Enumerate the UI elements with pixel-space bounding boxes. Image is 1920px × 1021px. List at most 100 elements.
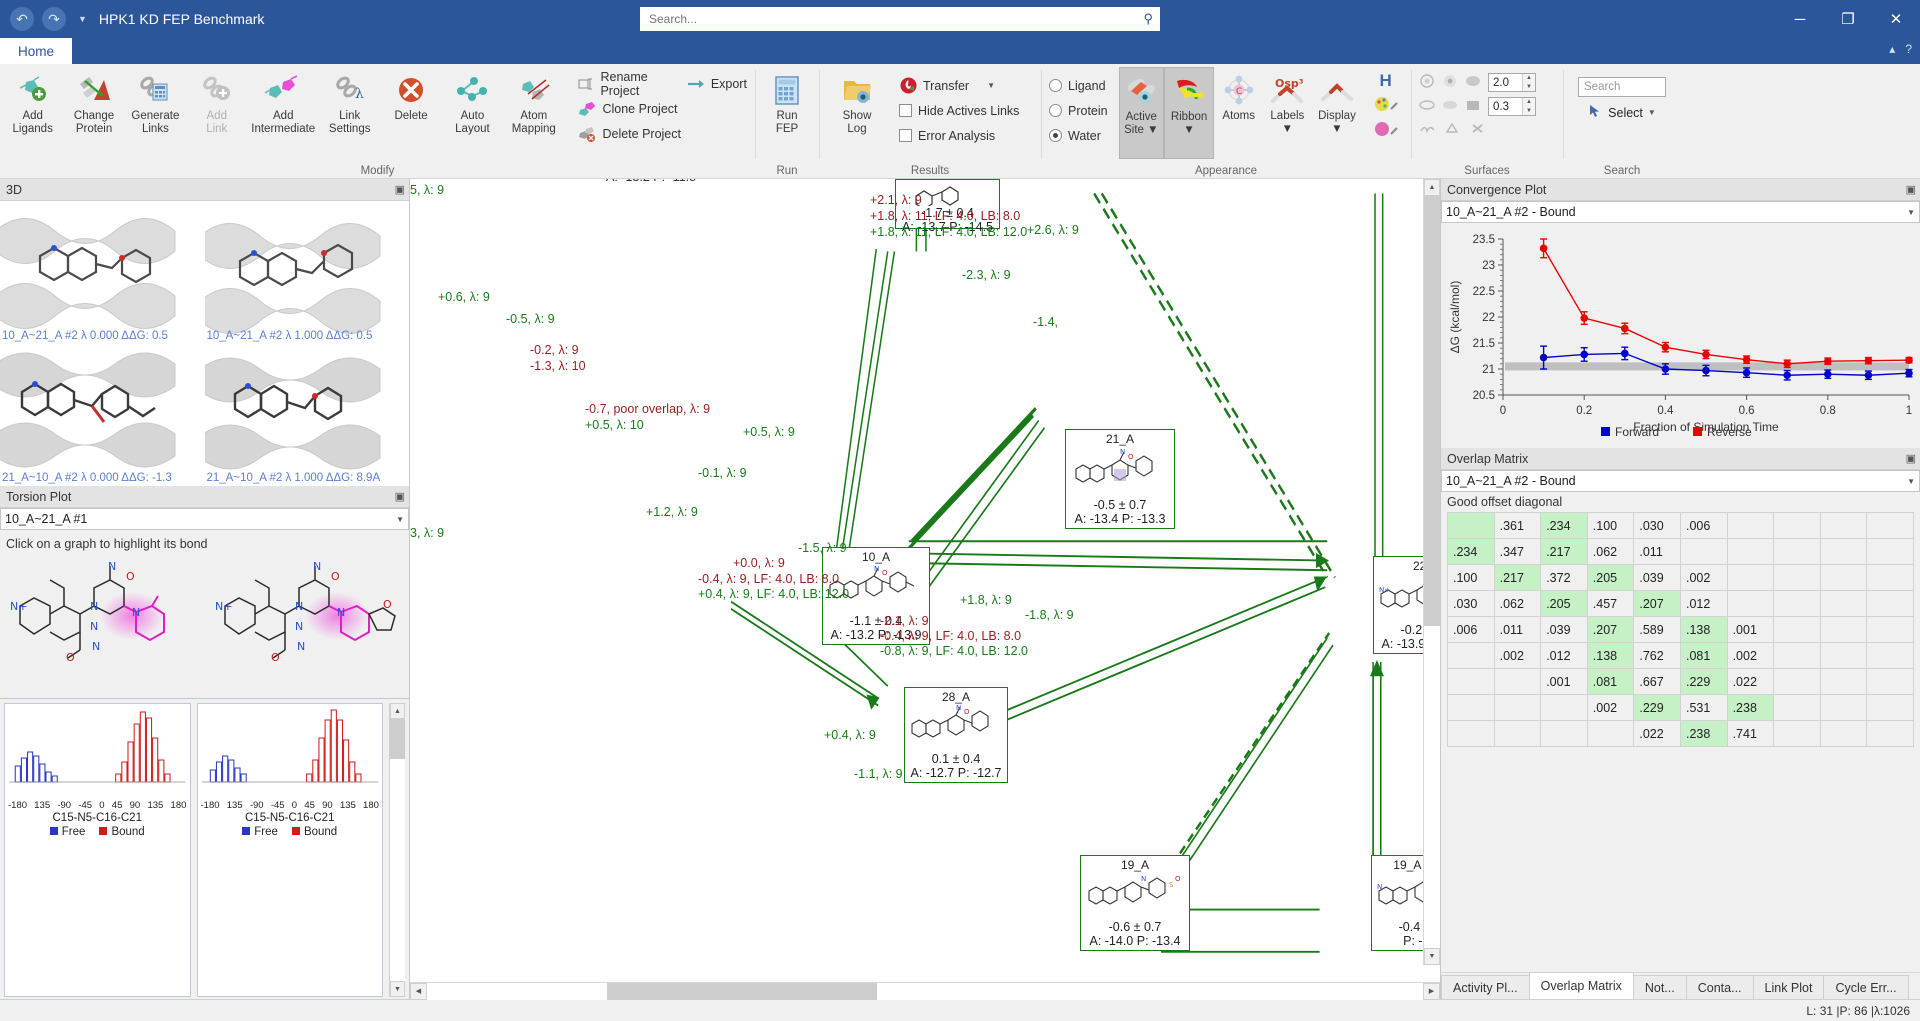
ribbon-style-button[interactable]: Ribbon ▼ xyxy=(1163,67,1215,159)
matrix-cell[interactable]: .238 xyxy=(1679,720,1728,747)
scrollbar-track[interactable] xyxy=(390,719,405,981)
matrix-cell[interactable] xyxy=(1679,538,1728,565)
matrix-cell[interactable] xyxy=(1493,694,1542,721)
matrix-cell[interactable] xyxy=(1447,720,1495,747)
viewport-cell[interactable]: 21_A~10_A #2 λ 0.000 ΔΔG: -1.3 xyxy=(0,343,205,486)
surface-dot-icon[interactable] xyxy=(1442,74,1459,92)
surface-map-icon[interactable] xyxy=(1419,121,1436,138)
scroll-up-icon[interactable]: ▲ xyxy=(1424,179,1440,196)
radio-water[interactable]: Water xyxy=(1043,123,1119,148)
matrix-cell[interactable] xyxy=(1819,616,1868,643)
matrix-cell[interactable] xyxy=(1773,590,1821,617)
spinner[interactable]: ▲ ▼ xyxy=(1522,98,1535,115)
viewport-cell[interactable]: 10_A~21_A #2 λ 0.000 ΔΔG: 0.5 xyxy=(0,201,205,344)
chevron-down-icon[interactable]: ▼ xyxy=(1648,108,1656,117)
matrix-cell[interactable] xyxy=(1866,668,1914,695)
matrix-cell[interactable]: .207 xyxy=(1633,590,1681,617)
surface-volume-icon[interactable] xyxy=(1444,121,1461,138)
matrix-cell[interactable]: .011 xyxy=(1633,538,1681,565)
radio-ligand[interactable]: Ligand xyxy=(1043,73,1119,98)
table-row[interactable]: .001.081.667.229.022 xyxy=(1447,668,1914,695)
matrix-cell[interactable] xyxy=(1866,590,1914,617)
rename-project-item[interactable]: Rename Project xyxy=(572,70,666,98)
chevron-up-icon[interactable]: ▴ xyxy=(1889,42,1895,56)
add-link-button[interactable]: Add Link xyxy=(186,67,247,136)
transfer-button[interactable]: Transfer ▼ xyxy=(893,73,1025,98)
matrix-cell[interactable]: .238 xyxy=(1726,694,1775,721)
chevron-down-icon[interactable]: ▼ xyxy=(1907,477,1915,486)
matrix-cell[interactable] xyxy=(1447,642,1495,669)
matrix-cell[interactable] xyxy=(1447,512,1495,539)
export-item[interactable]: Export xyxy=(681,71,753,96)
matrix-cell[interactable] xyxy=(1866,564,1914,591)
torsion-selector[interactable]: 10_A~21_A #1 ▼ xyxy=(0,508,409,530)
table-row[interactable]: .002.229.531.238 xyxy=(1447,694,1914,721)
matrix-cell[interactable]: .138 xyxy=(1679,616,1728,643)
matrix-cell[interactable]: .081 xyxy=(1679,642,1728,669)
matrix-cell[interactable] xyxy=(1726,538,1775,565)
matrix-cell[interactable]: .022 xyxy=(1726,668,1775,695)
matrix-cell[interactable]: .001 xyxy=(1540,668,1588,695)
active-site-button[interactable]: Active Site ▼ xyxy=(1118,67,1164,159)
surface-clip-icon[interactable] xyxy=(1419,98,1436,116)
matrix-cell[interactable] xyxy=(1819,642,1868,669)
hide-actives-links-checkbox[interactable]: Hide Actives Links xyxy=(893,98,1025,123)
tab-contacts[interactable]: Conta... xyxy=(1685,975,1754,999)
matrix-cell[interactable]: .002 xyxy=(1586,694,1635,721)
matrix-cell[interactable] xyxy=(1819,564,1868,591)
scroll-down-icon[interactable]: ▼ xyxy=(390,981,405,997)
matrix-cell[interactable]: .011 xyxy=(1493,616,1542,643)
show-log-button[interactable]: Show Log xyxy=(821,67,893,136)
matrix-cell[interactable] xyxy=(1447,694,1495,721)
matrix-cell[interactable]: .347 xyxy=(1493,538,1542,565)
matrix-cell[interactable] xyxy=(1773,512,1821,539)
search-box[interactable]: ⚲ xyxy=(640,7,1160,31)
link-settings-button[interactable]: λ Link Settings xyxy=(319,67,380,136)
scrollbar-track[interactable] xyxy=(427,982,1423,1000)
tab-home[interactable]: Home xyxy=(0,38,73,64)
matrix-cell[interactable] xyxy=(1586,720,1635,747)
matrix-cell[interactable]: .002 xyxy=(1679,564,1728,591)
surface-reset-icon[interactable] xyxy=(1469,121,1486,138)
matrix-cell[interactable] xyxy=(1819,694,1868,721)
overlap-matrix-table[interactable]: .361.234.100.030.006.234.347.217.062.011… xyxy=(1447,512,1914,747)
matrix-cell[interactable]: .081 xyxy=(1586,668,1635,695)
graph-vscrollbar[interactable]: ▲ ▼ xyxy=(1423,179,1440,965)
color-palette-icon[interactable] xyxy=(1362,95,1409,116)
matrix-cell[interactable]: .531 xyxy=(1679,694,1728,721)
matrix-cell[interactable]: .100 xyxy=(1447,564,1495,591)
matrix-cell[interactable]: .022 xyxy=(1633,720,1681,747)
matrix-cell[interactable] xyxy=(1447,668,1495,695)
viewport-cell[interactable]: 10_A~21_A #2 λ 1.000 ΔΔG: 0.5 xyxy=(204,201,409,344)
graph-node[interactable]: 21_A N O -0.5 ± 0.7 A: -13.4 P: -13.3 xyxy=(1065,429,1175,529)
matrix-cell[interactable]: .012 xyxy=(1540,642,1588,669)
matrix-cell[interactable] xyxy=(1866,512,1914,539)
matrix-cell[interactable]: .589 xyxy=(1633,616,1681,643)
surface-grid-icon[interactable] xyxy=(1465,98,1482,116)
matrix-cell[interactable]: .361 xyxy=(1493,512,1542,539)
scrollbar-thumb[interactable] xyxy=(1424,196,1440,626)
surface-slab-icon[interactable] xyxy=(1442,98,1459,116)
surface-solid-icon[interactable] xyxy=(1465,74,1482,92)
table-row[interactable]: .361.234.100.030.006 xyxy=(1447,512,1914,539)
scroll-right-icon[interactable]: ▶ xyxy=(1423,982,1440,1000)
histogram-panel[interactable]: -180 135 -90 -45 0 45 90 135 180 C15-N5-… xyxy=(4,703,191,997)
error-analysis-checkbox[interactable]: Error Analysis xyxy=(893,123,1025,148)
surface-value-2[interactable]: 0.3 ▲ ▼ xyxy=(1488,97,1536,116)
matrix-cell[interactable] xyxy=(1726,512,1775,539)
matrix-cell[interactable] xyxy=(1726,590,1775,617)
matrix-cell[interactable] xyxy=(1866,538,1914,565)
scrollbar-thumb[interactable] xyxy=(607,982,877,1000)
matrix-cell[interactable]: .234 xyxy=(1447,538,1495,565)
tab-overlap-matrix[interactable]: Overlap Matrix xyxy=(1528,972,1634,999)
close-button[interactable]: ✕ xyxy=(1872,0,1920,38)
clone-project-item[interactable]: Clone Project xyxy=(572,96,752,121)
help-icon[interactable]: ? xyxy=(1905,42,1912,56)
delete-project-item[interactable]: Delete Project xyxy=(572,121,752,146)
matrix-cell[interactable] xyxy=(1773,720,1821,747)
matrix-cell[interactable]: .001 xyxy=(1726,616,1775,643)
delete-button[interactable]: Delete xyxy=(380,67,441,123)
minimize-button[interactable]: ─ xyxy=(1776,0,1824,38)
generate-links-button[interactable]: Generate Links xyxy=(125,67,186,136)
color-atoms-icon[interactable] xyxy=(1362,120,1409,141)
